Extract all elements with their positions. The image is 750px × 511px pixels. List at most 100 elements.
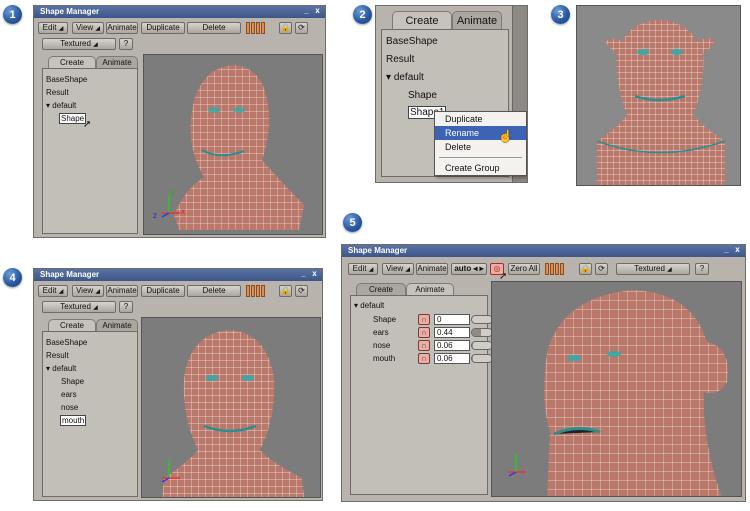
tab-animate[interactable]: Animate	[96, 56, 138, 68]
tree-item-baseshape[interactable]: BaseShape	[46, 75, 87, 84]
window-title-bar[interactable]: Shape Manager _ x	[342, 245, 745, 257]
tree-item-mouth[interactable]: mouth	[60, 415, 87, 426]
display-mode-dropdown[interactable]: Textured ◢	[42, 38, 116, 50]
key-icon[interactable]: ∩	[418, 353, 430, 364]
minimize-button[interactable]: _	[722, 246, 731, 255]
tree-item-result[interactable]: Result	[46, 88, 69, 97]
mouse-cursor-icon: ☝	[498, 129, 513, 143]
edit-menu-button[interactable]: Edit ◢	[38, 22, 68, 34]
slider-track[interactable]	[471, 315, 493, 324]
tree-item-default[interactable]: ▾ default	[354, 301, 384, 310]
zero-all-button[interactable]: Zero All	[508, 263, 540, 275]
tab-create[interactable]: Create	[48, 56, 96, 68]
refresh-icon[interactable]: ⟳	[295, 22, 308, 34]
delete-button[interactable]: Delete	[187, 22, 241, 34]
auto-key-button[interactable]: auto ◂ ▸	[451, 263, 487, 275]
animate-menu-button[interactable]: Animate	[106, 285, 138, 297]
slider-value-input[interactable]: 0.06	[434, 353, 470, 364]
head-wireframe-model-ears	[596, 20, 726, 185]
expand-arrow-icon[interactable]: ▾	[354, 301, 358, 310]
menu-item-duplicate[interactable]: Duplicate	[435, 112, 526, 126]
tab-create[interactable]: Create	[392, 11, 452, 29]
3d-viewport[interactable]	[141, 317, 321, 498]
edit-menu-button[interactable]: Edit ◢	[38, 285, 68, 297]
tab-create[interactable]: Create	[48, 319, 96, 331]
key-icon[interactable]: ∩	[418, 314, 430, 325]
menu-item-create-group[interactable]: Create Group	[435, 161, 526, 175]
slider-fill	[472, 355, 474, 362]
help-button[interactable]: ?	[119, 38, 133, 50]
view-menu-button[interactable]: View ◢	[72, 22, 104, 34]
help-button[interactable]: ?	[695, 263, 709, 275]
delete-button[interactable]: Delete	[187, 285, 241, 297]
slider-track[interactable]	[471, 341, 493, 350]
view-menu-button[interactable]: View ◢	[72, 285, 104, 297]
key-slots[interactable]	[246, 285, 265, 297]
slider-value-input[interactable]: 0.44	[434, 327, 470, 338]
slider-fill	[472, 342, 474, 349]
refresh-icon[interactable]: ⟳	[295, 285, 308, 297]
display-mode-dropdown[interactable]: Textured ◢	[42, 301, 116, 313]
lock-icon[interactable]: 🔒	[279, 285, 292, 297]
slider-value-input[interactable]: 0	[434, 314, 470, 325]
slider-track[interactable]	[471, 354, 493, 363]
lock-icon[interactable]: 🔒	[579, 263, 592, 275]
slider-value-input[interactable]: 0.06	[434, 340, 470, 351]
slider-label: ears	[373, 328, 389, 337]
tree-item-baseshape[interactable]: BaseShape	[386, 36, 438, 47]
tree-item-default[interactable]: ▾ default	[386, 72, 424, 83]
expand-arrow-icon[interactable]: ▾	[46, 101, 50, 110]
help-button[interactable]: ?	[119, 301, 133, 313]
close-icon[interactable]: x	[733, 246, 742, 255]
animate-menu-button[interactable]: Animate	[416, 263, 448, 275]
slider-row-mouth: mouth ∩ 0.06	[373, 353, 493, 365]
minimize-button[interactable]: _	[299, 270, 308, 279]
tree-item-default[interactable]: ▾ default	[46, 364, 76, 373]
close-icon[interactable]: x	[310, 270, 319, 279]
window-title-bar[interactable]: Shape Manager _ x	[34, 6, 325, 18]
axis-label-x: x	[181, 207, 185, 216]
tab-create[interactable]: Create	[356, 283, 406, 295]
close-icon[interactable]: x	[313, 7, 322, 16]
animate-menu-button[interactable]: Animate	[106, 22, 138, 34]
tree-item-result[interactable]: Result	[386, 54, 414, 65]
mouse-cursor-icon: ➚	[83, 119, 92, 130]
duplicate-button[interactable]: Duplicate	[141, 285, 185, 297]
tab-animate[interactable]: Animate	[452, 11, 502, 29]
shape-manager-create-tab-crop: Create Animate BaseShape Result ▾ defaul…	[375, 5, 528, 183]
edit-menu-button[interactable]: Edit ◢	[348, 263, 378, 275]
tab-animate[interactable]: Animate	[406, 283, 454, 295]
slider-track[interactable]	[471, 328, 493, 337]
window-title-bar[interactable]: Shape Manager _ x	[34, 269, 322, 281]
3d-viewport[interactable]: z y x	[143, 54, 323, 235]
expand-arrow-icon[interactable]: ▾	[386, 72, 391, 83]
key-slots[interactable]	[545, 263, 564, 275]
key-icon[interactable]: ∩	[418, 327, 430, 338]
duplicate-button[interactable]: Duplicate	[141, 22, 185, 34]
lock-icon[interactable]: 🔒	[279, 22, 292, 34]
slider-label: nose	[373, 341, 391, 350]
axis-label-z: z	[153, 211, 157, 220]
3d-viewport[interactable]	[491, 281, 742, 497]
window-title: Shape Manager	[40, 270, 100, 279]
refresh-icon[interactable]: ⟳	[595, 263, 608, 275]
step-badge-2: 2	[353, 5, 372, 24]
tree-item-nose[interactable]: nose	[61, 403, 78, 412]
view-menu-button[interactable]: View ◢	[382, 263, 414, 275]
tree-item-baseshape[interactable]: BaseShape	[46, 338, 87, 347]
tree-item-shape[interactable]: Shape	[61, 377, 84, 386]
display-mode-dropdown[interactable]: Textured ◢	[616, 263, 690, 275]
expand-arrow-icon[interactable]: ▾	[46, 364, 50, 373]
animate-slider-list: ▾ default Shape ∩ 0 ears ∩ 0.44 nose ∩ 0…	[350, 295, 493, 495]
3d-viewport-ears-shape[interactable]	[576, 5, 741, 186]
axis-label-y: y	[171, 187, 175, 196]
tree-item-shape[interactable]: Shape	[408, 90, 437, 101]
step-badge-5: 5	[343, 213, 362, 232]
key-slots[interactable]	[246, 22, 265, 34]
tree-item-ears[interactable]: ears	[61, 390, 77, 399]
tree-item-result[interactable]: Result	[46, 351, 69, 360]
tab-animate[interactable]: Animate	[96, 319, 138, 331]
tree-item-default[interactable]: ▾ default	[46, 101, 76, 110]
minimize-button[interactable]: _	[302, 7, 311, 16]
key-icon[interactable]: ∩	[418, 340, 430, 351]
